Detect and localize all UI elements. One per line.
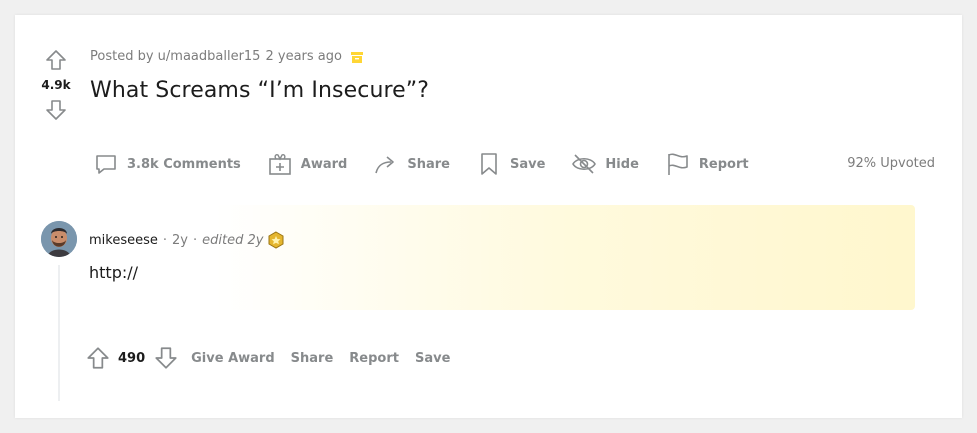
avatar[interactable] [41, 221, 77, 257]
flag-icon [668, 153, 688, 175]
hide-button[interactable]: Hide [571, 151, 639, 177]
comment-age: 2y [172, 232, 188, 248]
award-icon[interactable] [267, 231, 285, 249]
report-button[interactable]: Report [665, 151, 749, 177]
award-button[interactable]: Award [267, 151, 348, 177]
share-icon [375, 156, 395, 174]
comment-report-button[interactable]: Report [349, 351, 399, 366]
hide-eye-icon [572, 154, 597, 174]
comment-body: http:// [89, 263, 139, 282]
comment-edited: edited 2y [202, 232, 264, 248]
post-vote-column: 4.9k [37, 48, 75, 122]
thread-line[interactable] [58, 265, 60, 401]
save-button[interactable]: Save [476, 151, 545, 177]
give-award-button[interactable]: Give Award [191, 351, 275, 366]
avatar-image [41, 221, 77, 257]
comment-save-button[interactable]: Save [415, 351, 450, 366]
post-score: 4.9k [41, 78, 71, 92]
comment-meta: mikeseese · 2y · edited 2y [89, 231, 285, 249]
post-time: 2 years ago [265, 49, 342, 64]
separator-dot: · [162, 232, 168, 248]
comment-icon [96, 155, 116, 174]
post-actions: 3.8k Comments Award Share Save Hide Repo… [93, 148, 775, 180]
posted-by[interactable]: Posted by u/maadballer15 [90, 49, 260, 64]
downvote-icon[interactable] [44, 98, 68, 122]
post-meta: Posted by u/maadballer15 2 years ago [90, 49, 364, 64]
share-label: Share [407, 156, 450, 172]
comment-highlight [215, 205, 915, 310]
post-title[interactable]: What Screams “I’m Insecure”? [90, 78, 429, 103]
comment-score: 490 [118, 350, 146, 366]
upvote-icon[interactable] [85, 345, 111, 371]
comments-label: 3.8k Comments [127, 156, 241, 172]
archive-icon [350, 51, 363, 63]
comments-button[interactable]: 3.8k Comments [93, 151, 241, 177]
upvote-icon[interactable] [44, 48, 68, 72]
upvote-ratio: 92% Upvoted [847, 156, 935, 171]
hide-label: Hide [605, 156, 639, 172]
separator-dot: · [193, 232, 198, 248]
award-label: Award [300, 156, 348, 172]
comment-actions: 490 Give Award Share Report Save [85, 343, 450, 373]
save-label: Save [509, 156, 546, 172]
downvote-icon[interactable] [153, 345, 179, 371]
gift-icon [268, 154, 291, 175]
comment-username[interactable]: mikeseese [89, 233, 158, 248]
share-button[interactable]: Share [373, 151, 450, 177]
comment-share-button[interactable]: Share [291, 351, 334, 366]
post-card: 4.9k Posted by u/maadballer15 2 years ag… [15, 15, 962, 418]
report-label: Report [698, 156, 749, 172]
bookmark-icon [481, 153, 497, 175]
